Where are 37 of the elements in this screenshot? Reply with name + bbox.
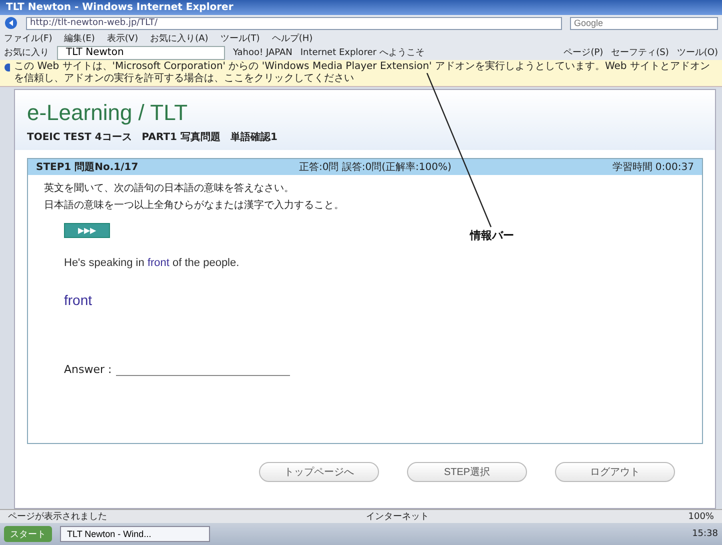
clock: 15:38: [692, 529, 718, 539]
menu-item[interactable]: 表示(V): [106, 32, 138, 44]
favorites-button[interactable]: お気に入り: [4, 46, 49, 59]
step-label: STEP1 問題No.1/17: [36, 160, 138, 174]
site-logo: e-Learning / TLT: [27, 100, 189, 126]
status-message: ページが表示されました: [8, 510, 107, 523]
favorite-link[interactable]: Internet Explorer へようこそ: [300, 46, 424, 59]
command-button[interactable]: セーフティ(S): [611, 46, 669, 59]
example-sentence: He's speaking in front of the people.: [64, 257, 240, 269]
taskbar-item[interactable]: TLT Newton - Wind...: [60, 526, 210, 542]
breadcrumb: TOEIC TEST 4コース PART1 写真問題 単語確認1: [27, 130, 278, 144]
browser-tab[interactable]: TLT Newton: [57, 46, 225, 60]
command-button[interactable]: ツール(O): [676, 46, 718, 59]
nav-button[interactable]: トップページへ: [259, 462, 379, 482]
zone-label: インターネット: [366, 511, 430, 523]
search-field[interactable]: Google: [570, 16, 718, 30]
instruction-text: 英文を聞いて、次の語句の日本語の意味を答えなさい。: [44, 182, 295, 195]
address-field[interactable]: http://tlt-newton-web.jp/TLT/: [26, 16, 562, 30]
back-icon[interactable]: [4, 16, 18, 30]
menu-item[interactable]: ヘルプ(H): [272, 32, 313, 44]
instruction-text: 日本語の意味を一つ以上全角ひらがなまたは漢字で入力すること。: [44, 198, 345, 212]
info-bar[interactable]: この Web サイトは、'Microsoft Corporation' からの 'Windows Media Player Extension' アドオンを実行しようとしています。Web サイトとアドオンを信頼し、アドオンの実行を許可する場合は、ここをクリックしてください: [0, 60, 722, 87]
menu-item[interactable]: ツール(T): [220, 32, 260, 44]
time-label: 学習時間 0:00:37: [612, 160, 694, 174]
score-label: 正答:0問 誤答:0問(正解率:100%): [299, 160, 452, 174]
window-title: TLT Newton - Windows Internet Explorer: [0, 0, 722, 15]
annotation-label: 情報バー: [470, 228, 514, 243]
command-button[interactable]: ページ(P): [564, 46, 604, 59]
nav-button[interactable]: ログアウト: [555, 462, 675, 482]
menu-item[interactable]: お気に入り(A): [150, 32, 208, 44]
favorite-link[interactable]: Yahoo! JAPAN: [233, 48, 292, 58]
target-word: front: [64, 292, 94, 308]
answer-label: Answer :: [64, 363, 112, 376]
menu-item[interactable]: 編集(E): [64, 32, 95, 44]
menu-item[interactable]: ファイル(F): [4, 32, 52, 44]
zoom-label[interactable]: 100%: [688, 512, 714, 522]
nav-button[interactable]: STEP選択: [407, 462, 527, 482]
